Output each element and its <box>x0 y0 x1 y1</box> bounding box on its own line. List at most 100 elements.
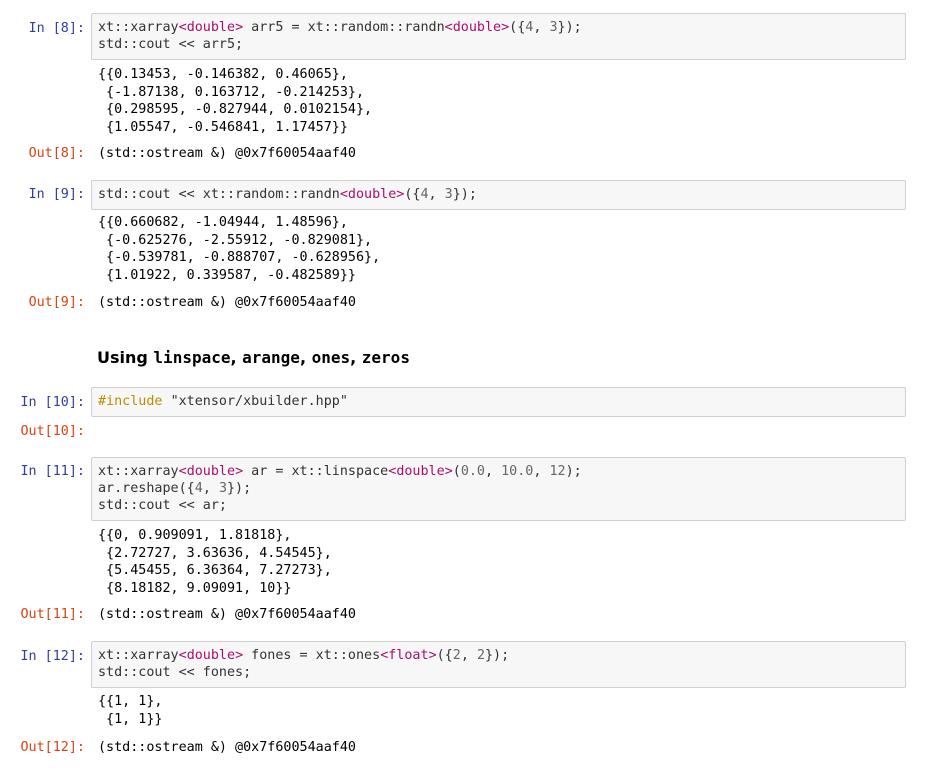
code-token: 4 <box>420 187 429 202</box>
out-prompt-8: Out[8]: <box>28 146 85 161</box>
out-prompt-12: Out[12]: <box>20 740 86 755</box>
code-token: , <box>485 464 502 479</box>
code-line: std::cout << fones; <box>98 664 899 681</box>
stdout-line: {5.45455, 6.36364, 7.27273}, <box>98 563 332 578</box>
out-value-11: (std::ostream &) @0x7f60054aaf40 <box>98 607 356 622</box>
code-token: double <box>186 464 236 479</box>
code-line: std::cout << xt::random::randn<double>({… <box>98 186 899 203</box>
code-token: , <box>428 187 445 202</box>
stdout-line: {8.18182, 9.09091, 10}} <box>98 580 292 596</box>
stdout-line: {1, 1}} <box>98 711 163 727</box>
code-token: 3 <box>549 20 558 35</box>
code-token: < <box>178 464 187 479</box>
code-token: ({ <box>509 20 526 35</box>
stdout-line: {{0, 0.909091, 1.81818}, <box>98 528 292 543</box>
code-line: #include "xtensor/xbuilder.hpp" <box>98 393 899 410</box>
heading-code: zeros <box>361 348 410 367</box>
stdout-line: {1.05547, -0.546841, 1.17457}} <box>98 119 348 135</box>
heading-text: Using <box>97 348 154 367</box>
code-line: std::cout << ar; <box>98 497 899 514</box>
stdout-line: {{0.13453, -0.146382, 0.46065}, <box>98 67 348 82</box>
code-token: double <box>396 464 445 479</box>
code-token: > <box>235 20 244 35</box>
code-token: xt::xarray <box>98 464 179 479</box>
code-token: std::cout << arr5; <box>98 37 244 52</box>
stdout-12: {{1, 1}, {1, 1}} <box>98 693 163 728</box>
code-token: double <box>186 648 236 663</box>
stdout-11: {{0, 0.909091, 1.81818}, {2.72727, 3.636… <box>98 527 332 597</box>
stdout-line: {{0.660682, -1.04944, 1.48596}, <box>98 215 348 230</box>
code-cell-9[interactable]: std::cout << xt::random::randn<double>({… <box>91 180 906 210</box>
stdout-line: {{1, 1}, <box>98 694 163 709</box>
code-token: 2 <box>452 648 461 663</box>
code-token: fones = xt::ones <box>243 648 381 663</box>
in-prompt-12: In [12]: <box>20 649 86 664</box>
code-cell-12[interactable]: xt::xarray<double> fones = xt::ones<floa… <box>91 641 906 688</box>
code-token: < <box>444 20 453 35</box>
in-prompt-8: In [8]: <box>28 21 85 36</box>
code-token: 0.0 <box>460 464 485 479</box>
code-token: > <box>444 464 453 479</box>
code-token: float <box>388 648 429 663</box>
stdout-line: {2.72727, 3.63636, 4.54545}, <box>98 545 332 561</box>
code-token: < <box>178 20 187 35</box>
code-token: }); <box>557 20 582 35</box>
out-prompt-11: Out[11]: <box>20 607 86 622</box>
code-token: xt::xarray <box>98 20 179 35</box>
code-token: > <box>501 20 510 35</box>
out-prompt-9: Out[9]: <box>28 295 85 310</box>
code-token: > <box>235 648 244 663</box>
code-line: ar.reshape({4, 3}); <box>98 480 899 497</box>
code-cell-8[interactable]: xt::xarray<double> arr5 = xt::random::ra… <box>91 13 906 60</box>
code-token: < <box>339 187 348 202</box>
in-prompt-9: In [9]: <box>28 187 85 202</box>
code-line: xt::xarray<double> arr5 = xt::random::ra… <box>98 19 899 36</box>
code-token: 2 <box>476 648 485 663</box>
out-value-8: (std::ostream &) @0x7f60054aaf40 <box>98 146 356 161</box>
stdout-line: {-0.539781, -0.888707, -0.628956}, <box>98 250 381 265</box>
code-token: double <box>186 20 236 35</box>
code-token: }); <box>452 187 477 202</box>
code-token: , <box>533 464 550 479</box>
code-cell-11[interactable]: xt::xarray<double> ar = xt::linspace<dou… <box>91 457 906 521</box>
code-token: 4 <box>194 481 203 496</box>
stdout-line: {1.01922, 0.339587, -0.482589}} <box>98 267 356 283</box>
code-token: ({ <box>404 187 421 202</box>
code-token: }); <box>485 648 510 663</box>
code-line: std::cout << arr5; <box>98 36 899 53</box>
code-line: xt::xarray<double> ar = xt::linspace<dou… <box>98 463 899 480</box>
code-token: ({ <box>436 648 453 663</box>
code-token: ar.reshape({ <box>98 481 195 496</box>
code-token: > <box>428 648 437 663</box>
code-token: std::cout << xt::random::randn <box>98 187 340 202</box>
in-prompt-11: In [11]: <box>20 464 86 479</box>
code-token: ( <box>452 464 461 479</box>
out-value-12: (std::ostream &) @0x7f60054aaf40 <box>98 740 356 755</box>
code-token: < <box>178 648 187 663</box>
heading-code: linspace <box>153 348 231 367</box>
out-prompt-10: Out[10]: <box>20 424 86 439</box>
code-token: xt::xarray <box>98 648 179 663</box>
stdout-line: {-0.625276, -2.55912, -0.829081}, <box>98 232 373 248</box>
heading-text: , <box>350 348 362 367</box>
out-value-9: (std::ostream &) @0x7f60054aaf40 <box>98 295 356 310</box>
code-token: 10.0 <box>501 464 534 479</box>
code-token: ); <box>565 464 582 479</box>
code-token: 3 <box>218 481 227 496</box>
code-token: , <box>533 20 550 35</box>
code-token: , <box>202 481 219 496</box>
code-line: xt::xarray<double> fones = xt::ones<floa… <box>98 647 899 664</box>
code-token: "xtensor/xbuilder.hpp" <box>170 394 348 409</box>
code-token: , <box>460 648 477 663</box>
code-token: std::cout << ar; <box>98 498 227 513</box>
stdout-8: {{0.13453, -0.146382, 0.46065}, {-1.8713… <box>98 66 372 136</box>
code-token: double <box>347 187 397 202</box>
heading-text: , <box>299 348 312 367</box>
code-token: arr5 = xt::random::randn <box>243 20 445 35</box>
code-token: double <box>452 20 502 35</box>
heading-code: arange <box>242 348 300 367</box>
code-cell-10[interactable]: #include "xtensor/xbuilder.hpp" <box>91 387 906 417</box>
code-token: 12 <box>549 464 566 479</box>
code-token: 3 <box>444 187 453 202</box>
